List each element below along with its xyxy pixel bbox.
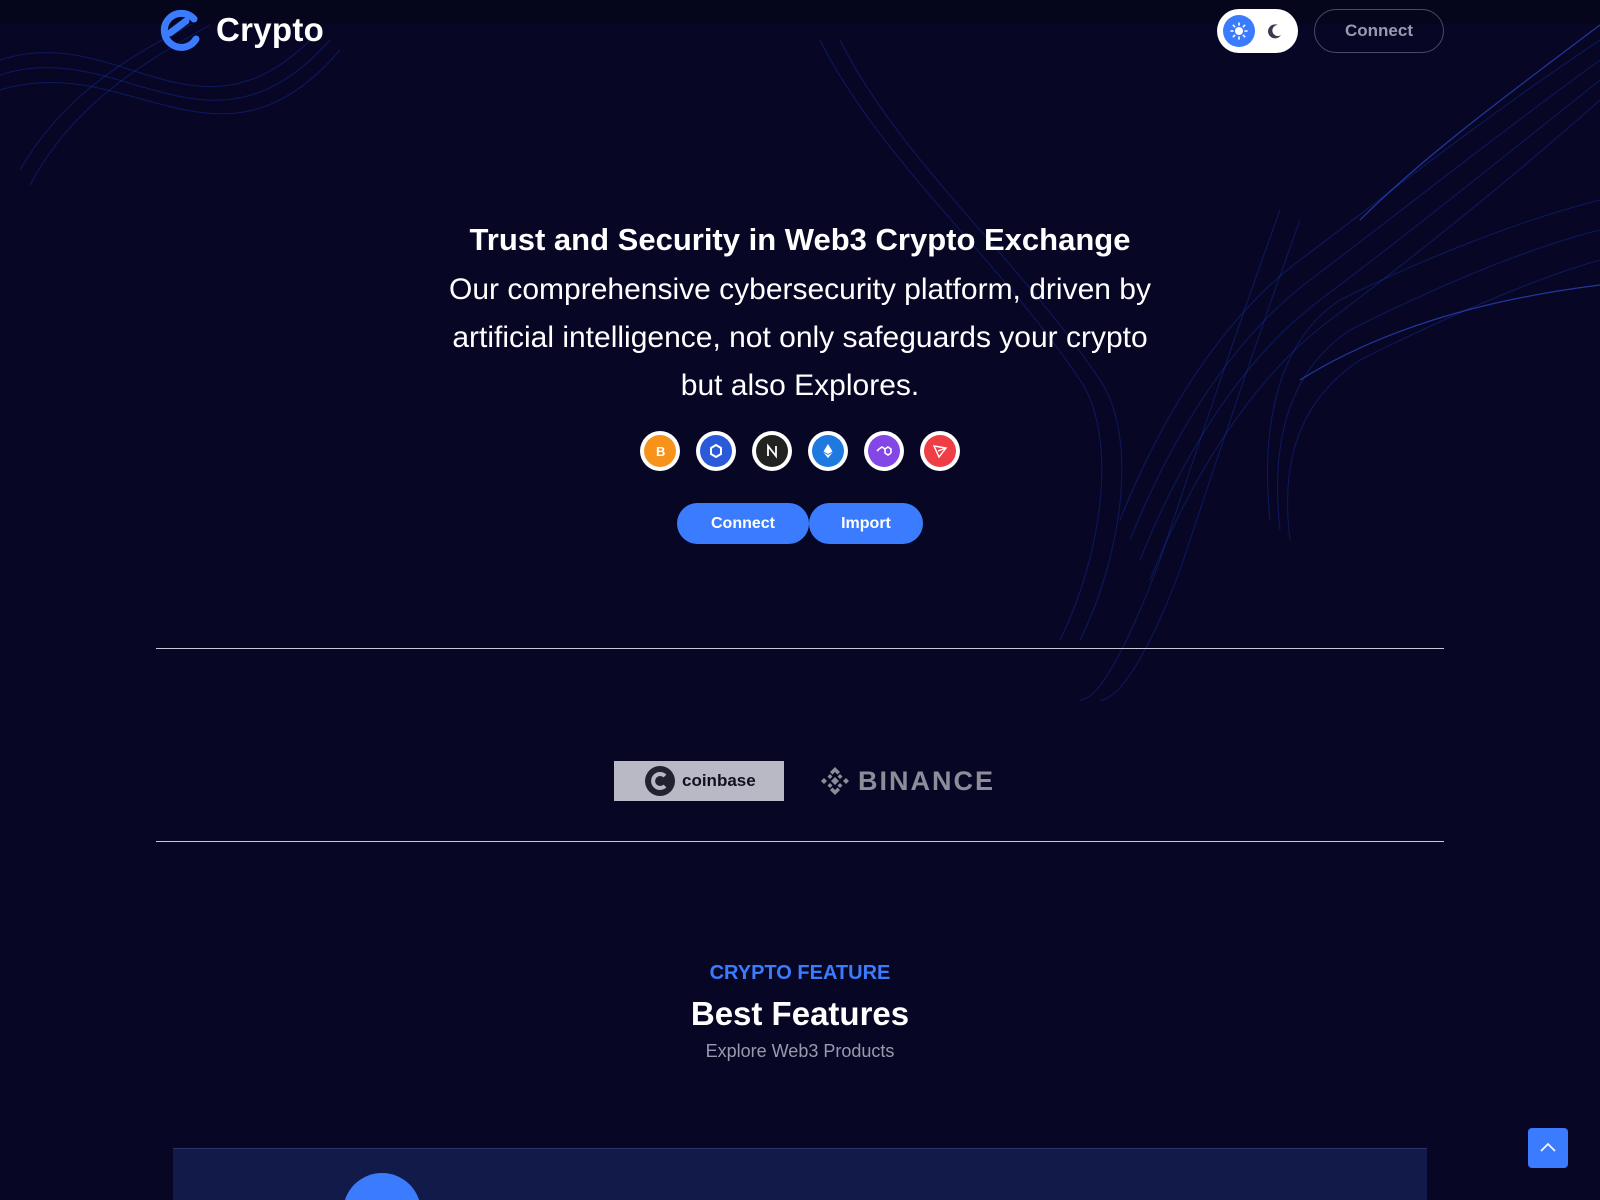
hero-section: Trust and Security in Web3 Crypto Exchan… [400, 220, 1200, 410]
hero-title: Trust and Security in Web3 Crypto Exchan… [469, 222, 1131, 257]
sun-icon[interactable] [1223, 15, 1255, 47]
feature-icon [343, 1173, 421, 1200]
polygon-icon [864, 431, 904, 471]
binance-icon [821, 767, 849, 795]
scroll-to-top-button[interactable] [1528, 1128, 1568, 1168]
coinbase-icon [645, 766, 675, 796]
near-icon [752, 431, 792, 471]
hero-description: Our comprehensive cybersecurity platform… [449, 273, 1151, 402]
brand-name: Crypto [216, 11, 325, 48]
divider-top [156, 648, 1444, 649]
tron-icon [920, 431, 960, 471]
coinbase-label: coinbase [682, 771, 756, 790]
partner-logos: coinbase BINANCE [614, 761, 995, 801]
chevron-up-icon [1540, 1142, 1556, 1152]
header-connect-button[interactable]: Connect [1314, 9, 1444, 53]
features-title: Best Features [690, 995, 910, 1032]
hero-import-button[interactable]: Import [809, 503, 923, 544]
divider-bottom [156, 841, 1444, 842]
features-eyebrow: CRYPTO FEATURE [709, 962, 891, 984]
coin-icons-row: B [640, 431, 976, 471]
brand[interactable]: Crypto [156, 7, 324, 53]
theme-toggle[interactable] [1217, 9, 1298, 53]
hero-actions: Connect Import [677, 503, 923, 544]
coinbase-logo[interactable]: coinbase [614, 761, 784, 801]
brand-logo-icon [160, 9, 200, 51]
ethereum-icon [808, 431, 848, 471]
svg-text:B: B [656, 444, 665, 459]
features-heading: CRYPTO FEATURE Best Features Explore Web… [500, 962, 1100, 1062]
binance-logo[interactable]: BINANCE [818, 764, 995, 798]
bitcoin-icon: B [640, 431, 680, 471]
features-subtitle: Explore Web3 Products [705, 1041, 895, 1061]
binance-label: BINANCE [858, 765, 996, 796]
moon-icon[interactable] [1259, 15, 1291, 47]
header: Crypto Connect [0, 0, 1600, 62]
hero-connect-button[interactable]: Connect [677, 503, 809, 544]
feature-card [173, 1148, 1427, 1200]
chainlink-icon [696, 431, 736, 471]
